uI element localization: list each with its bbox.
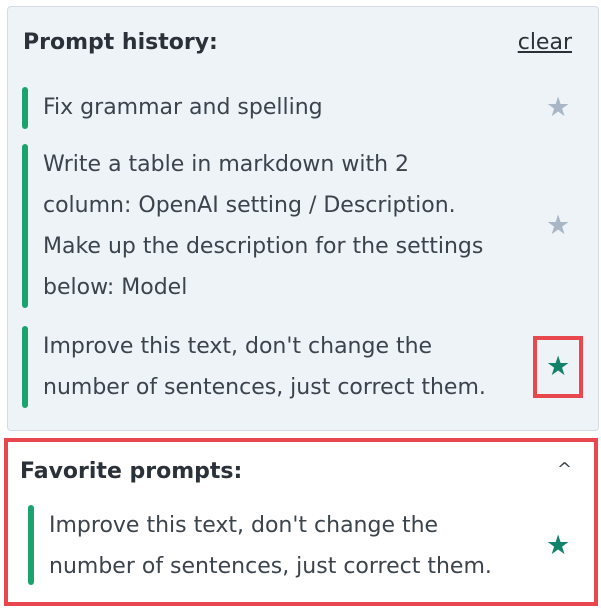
item-accent-bar [22, 326, 28, 408]
favorite-item[interactable]: Improve this text, don't change the numb… [28, 505, 568, 585]
item-accent-bar [28, 505, 34, 585]
prompt-panel: Prompt history: clear Fix grammar and sp… [0, 0, 601, 609]
history-item[interactable]: Fix grammar and spelling [22, 87, 562, 129]
star-icon[interactable]: ★ [546, 353, 570, 380]
history-item[interactable]: Improve this text, don't change the numb… [22, 326, 562, 408]
favorite-prompts-title: Favorite prompts: [20, 459, 243, 484]
item-accent-bar [22, 87, 28, 129]
star-icon[interactable]: ★ [546, 532, 570, 559]
history-item-text: Improve this text, don't change the numb… [43, 334, 486, 400]
chevron-up-icon[interactable]: ^ [557, 459, 572, 480]
star-icon[interactable]: ★ [546, 212, 570, 239]
prompt-history-title: Prompt history: [23, 30, 218, 55]
favorite-item-text: Improve this text, don't change the numb… [49, 513, 492, 579]
history-item-text: Write a table in markdown with 2 column:… [43, 152, 484, 300]
clear-history-link[interactable]: clear [518, 30, 572, 55]
star-icon[interactable]: ★ [546, 94, 570, 121]
history-item[interactable]: Write a table in markdown with 2 column:… [22, 144, 562, 308]
item-accent-bar [22, 144, 28, 308]
history-item-text: Fix grammar and spelling [43, 95, 323, 120]
